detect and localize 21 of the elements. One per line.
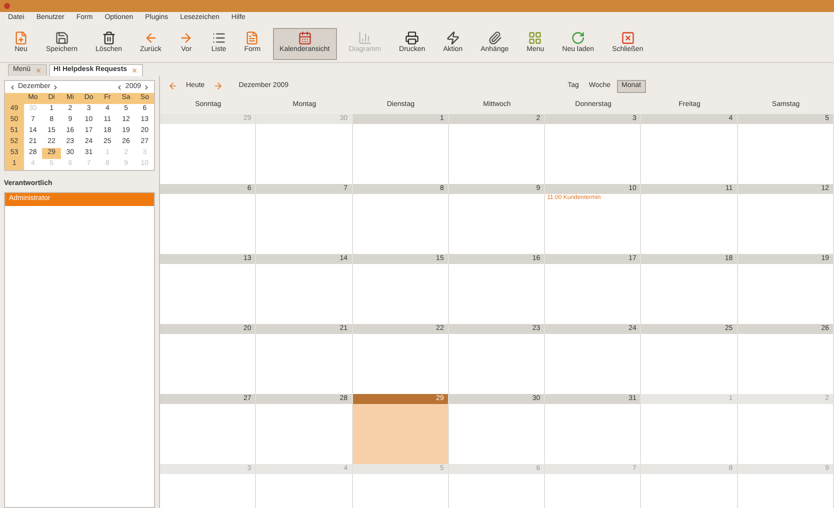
next-month-icon[interactable] <box>52 84 60 90</box>
new-document-icon <box>14 31 28 46</box>
next-year-icon[interactable] <box>143 84 150 90</box>
trash-icon <box>102 31 116 46</box>
app-icon <box>4 3 10 9</box>
previous-icon[interactable] <box>168 81 178 91</box>
menu-icon <box>528 31 542 46</box>
next-icon[interactable] <box>212 81 223 91</box>
form-icon <box>245 31 260 46</box>
reload-icon <box>571 31 586 46</box>
chart-icon <box>358 31 372 46</box>
previous-year-icon[interactable] <box>116 84 124 90</box>
save-icon <box>54 31 69 46</box>
lightning-icon <box>446 31 460 46</box>
close-icon <box>620 31 635 46</box>
calendar-icon <box>298 31 312 46</box>
list-icon <box>212 31 226 46</box>
paperclip-icon <box>488 31 502 46</box>
printer-icon <box>405 31 420 46</box>
previous-month-icon[interactable] <box>9 84 16 90</box>
close-icon[interactable] <box>131 67 138 74</box>
